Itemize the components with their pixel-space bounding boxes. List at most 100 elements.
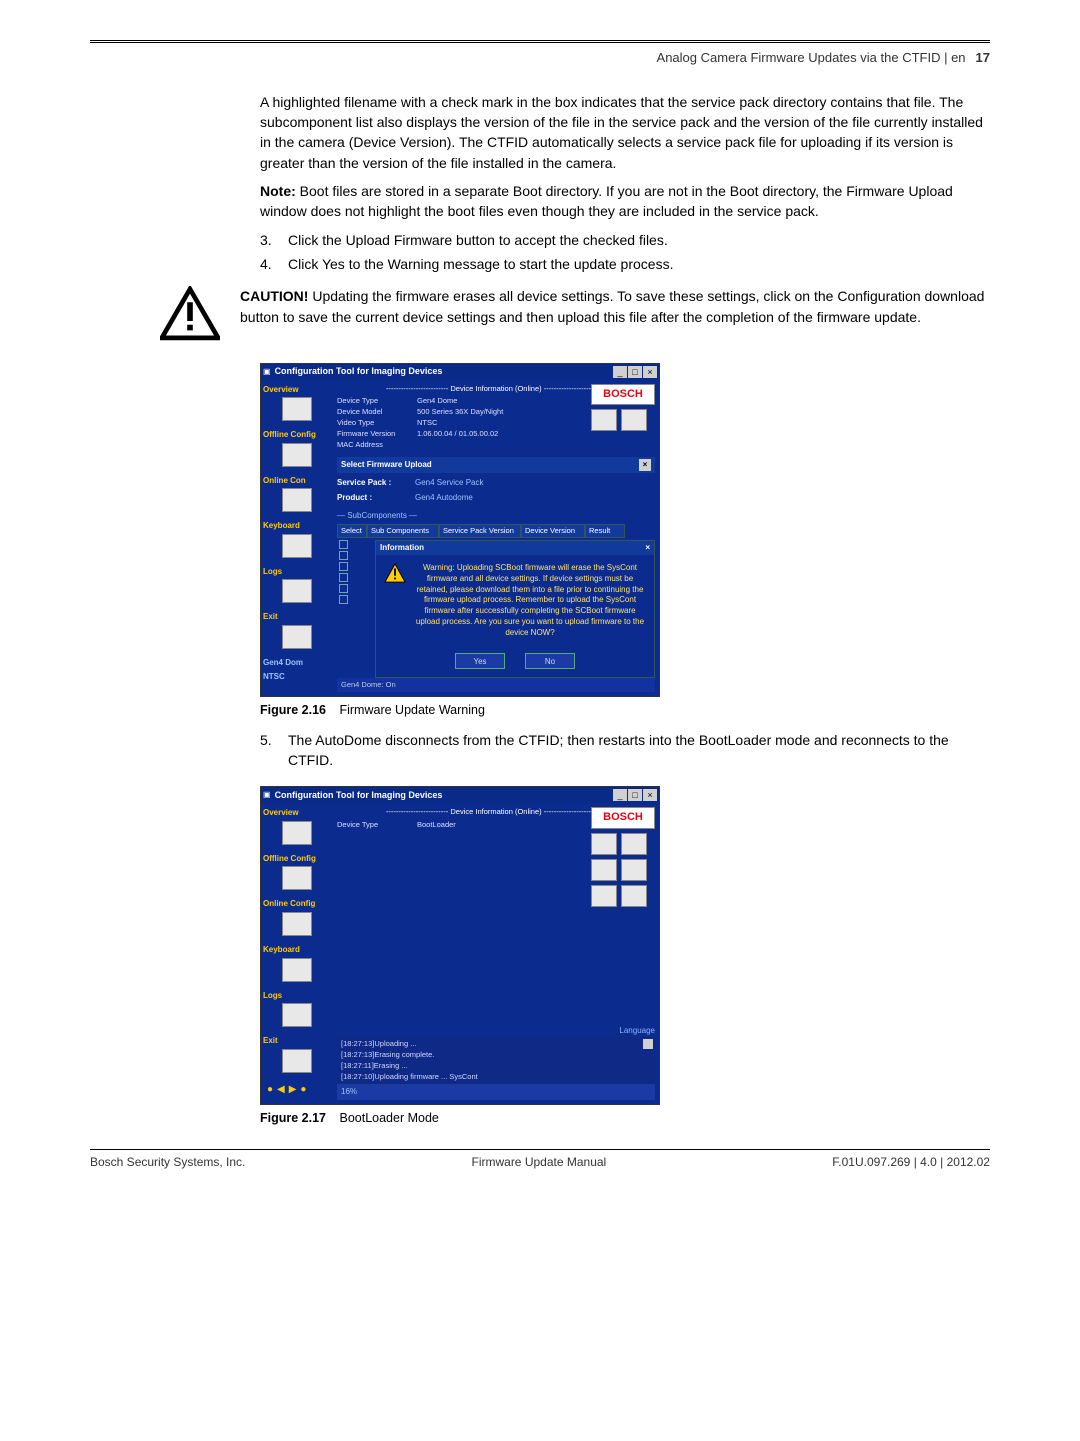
- overview-icon[interactable]: [282, 397, 312, 421]
- sidebar-item-exit[interactable]: Exit: [263, 611, 331, 623]
- running-header: Analog Camera Firmware Updates via the C…: [90, 49, 990, 68]
- bosch-logo: BOSCH: [591, 384, 655, 406]
- open-folder-button[interactable]: [591, 833, 617, 855]
- window-title: Configuration Tool for Imaging Devices: [275, 365, 613, 378]
- dialog-close-button[interactable]: ×: [645, 542, 650, 554]
- footer-left: Bosch Security Systems, Inc.: [90, 1154, 245, 1171]
- download-button[interactable]: [591, 859, 617, 881]
- checkbox[interactable]: [339, 573, 348, 582]
- step-4: 4. Click Yes to the Warning message to s…: [260, 254, 990, 274]
- keyboard-icon[interactable]: [282, 534, 312, 558]
- step-text: Click the Upload Firmware button to acce…: [288, 230, 668, 250]
- figure-label: Figure 2.16: [260, 703, 326, 717]
- minimize-button[interactable]: _: [613, 789, 627, 801]
- sidebar-item-offline[interactable]: Offline Config: [263, 853, 331, 865]
- step-text: The AutoDome disconnects from the CTFID;…: [288, 730, 990, 771]
- figure-caption: Figure 2.17 BootLoader Mode: [260, 1109, 990, 1127]
- online-config-icon[interactable]: [282, 912, 312, 936]
- sidebar-item-logs[interactable]: Logs: [263, 566, 331, 578]
- log-line: [18:27:13]Erasing complete.: [341, 1050, 651, 1061]
- sidebar-item-overview[interactable]: Overview: [263, 384, 331, 396]
- overview-icon[interactable]: [282, 821, 312, 845]
- log-line: [18:27:10]Uploading firmware ... SysCont: [341, 1072, 651, 1083]
- dialog-text: Warning: Uploading SCBoot firmware will …: [414, 563, 646, 639]
- tool-button-2[interactable]: [621, 885, 647, 907]
- app-icon: ▣: [263, 366, 271, 378]
- footer-rule: [90, 1149, 990, 1150]
- caution-label: CAUTION!: [240, 288, 308, 304]
- no-button[interactable]: No: [525, 653, 575, 669]
- panel-close-button[interactable]: ×: [639, 459, 651, 471]
- window-title: Configuration Tool for Imaging Devices: [275, 789, 613, 802]
- section-select-firmware: Select Firmware Upload ×: [337, 457, 655, 473]
- sidebar-item-online[interactable]: Online Config: [263, 898, 331, 910]
- checkbox[interactable]: [339, 595, 348, 604]
- footer-right: F.01U.097.269 | 4.0 | 2012.02: [832, 1154, 990, 1171]
- header-rule: [90, 40, 990, 43]
- dialog-title: Information: [380, 542, 424, 554]
- sidebar-item-ntsc: NTSC: [263, 671, 331, 683]
- maximize-button[interactable]: □: [628, 789, 642, 801]
- offline-config-icon[interactable]: [282, 866, 312, 890]
- ctfid-window-2: ▣ Configuration Tool for Imaging Devices…: [260, 786, 660, 1105]
- step-3: 3. Click the Upload Firmware button to a…: [260, 230, 990, 250]
- figure-2-16: ▣ Configuration Tool for Imaging Devices…: [260, 363, 990, 720]
- log-line: [18:27:11]Erasing ...: [341, 1061, 651, 1072]
- page-number: 17: [976, 49, 990, 68]
- checkbox[interactable]: [339, 540, 348, 549]
- main-panel: BOSCH ------------------------- Device I…: [333, 380, 659, 697]
- online-config-icon[interactable]: [282, 488, 312, 512]
- keyboard-icon[interactable]: [282, 958, 312, 982]
- sidebar-item-keyboard[interactable]: Keyboard: [263, 944, 331, 956]
- sidebar-item-offline[interactable]: Offline Config: [263, 429, 331, 441]
- figure-2-17: ▣ Configuration Tool for Imaging Devices…: [260, 786, 990, 1127]
- step-num: 5.: [260, 730, 288, 771]
- logs-icon[interactable]: [282, 1003, 312, 1027]
- progress-bar: 16%: [337, 1084, 655, 1100]
- ctfid-window-1: ▣ Configuration Tool for Imaging Devices…: [260, 363, 660, 698]
- paragraph-intro: A highlighted filename with a check mark…: [260, 92, 990, 173]
- maximize-button[interactable]: □: [628, 366, 642, 378]
- offline-config-icon[interactable]: [282, 443, 312, 467]
- log-line: [18:27:13]Uploading ...: [341, 1039, 651, 1050]
- note-text: Boot files are stored in a separate Boot…: [260, 183, 953, 219]
- exit-icon[interactable]: [282, 1049, 312, 1073]
- checkbox-column: [337, 538, 355, 677]
- save-button[interactable]: [621, 409, 647, 431]
- warning-icon: [384, 563, 406, 583]
- close-button[interactable]: ×: [643, 789, 657, 801]
- checkbox[interactable]: [339, 562, 348, 571]
- nav-arrows[interactable]: ●◀▶●: [263, 1081, 331, 1100]
- checkbox[interactable]: [339, 551, 348, 560]
- figure-caption: Figure 2.16 Firmware Update Warning: [260, 701, 990, 719]
- app-icon: ▣: [263, 789, 271, 801]
- caution-text: Updating the firmware erases all device …: [240, 288, 984, 324]
- open-folder-button[interactable]: [591, 409, 617, 431]
- sidebar-item-keyboard[interactable]: Keyboard: [263, 520, 331, 532]
- yes-button[interactable]: Yes: [455, 653, 505, 669]
- upload-button[interactable]: [621, 859, 647, 881]
- sidebar: Overview Offline Config Online Con Keybo…: [261, 380, 333, 697]
- note-paragraph: Note: Boot files are stored in a separat…: [260, 181, 990, 222]
- save-button[interactable]: [621, 833, 647, 855]
- language-link[interactable]: Language: [591, 1025, 655, 1037]
- figure-title: BootLoader Mode: [339, 1111, 438, 1125]
- footer-center: Firmware Update Manual: [471, 1154, 606, 1171]
- header-title: Analog Camera Firmware Updates via the C…: [657, 49, 966, 68]
- minimize-button[interactable]: _: [613, 366, 627, 378]
- checkbox[interactable]: [339, 584, 348, 593]
- sidebar-item-exit[interactable]: Exit: [263, 1035, 331, 1047]
- sidebar-item-overview[interactable]: Overview: [263, 807, 331, 819]
- tool-button-1[interactable]: [591, 885, 617, 907]
- close-button[interactable]: ×: [643, 366, 657, 378]
- sidebar-item-logs[interactable]: Logs: [263, 990, 331, 1002]
- warning-triangle-icon: [160, 286, 220, 346]
- exit-icon[interactable]: [282, 625, 312, 649]
- figure-label: Figure 2.17: [260, 1111, 326, 1125]
- sidebar-item-online[interactable]: Online Con: [263, 475, 331, 487]
- note-label: Note:: [260, 183, 296, 199]
- scrollbar[interactable]: [643, 1039, 653, 1049]
- status-bar: Gen4 Dome: On: [337, 678, 655, 693]
- logs-icon[interactable]: [282, 579, 312, 603]
- step-5: 5. The AutoDome disconnects from the CTF…: [260, 730, 990, 771]
